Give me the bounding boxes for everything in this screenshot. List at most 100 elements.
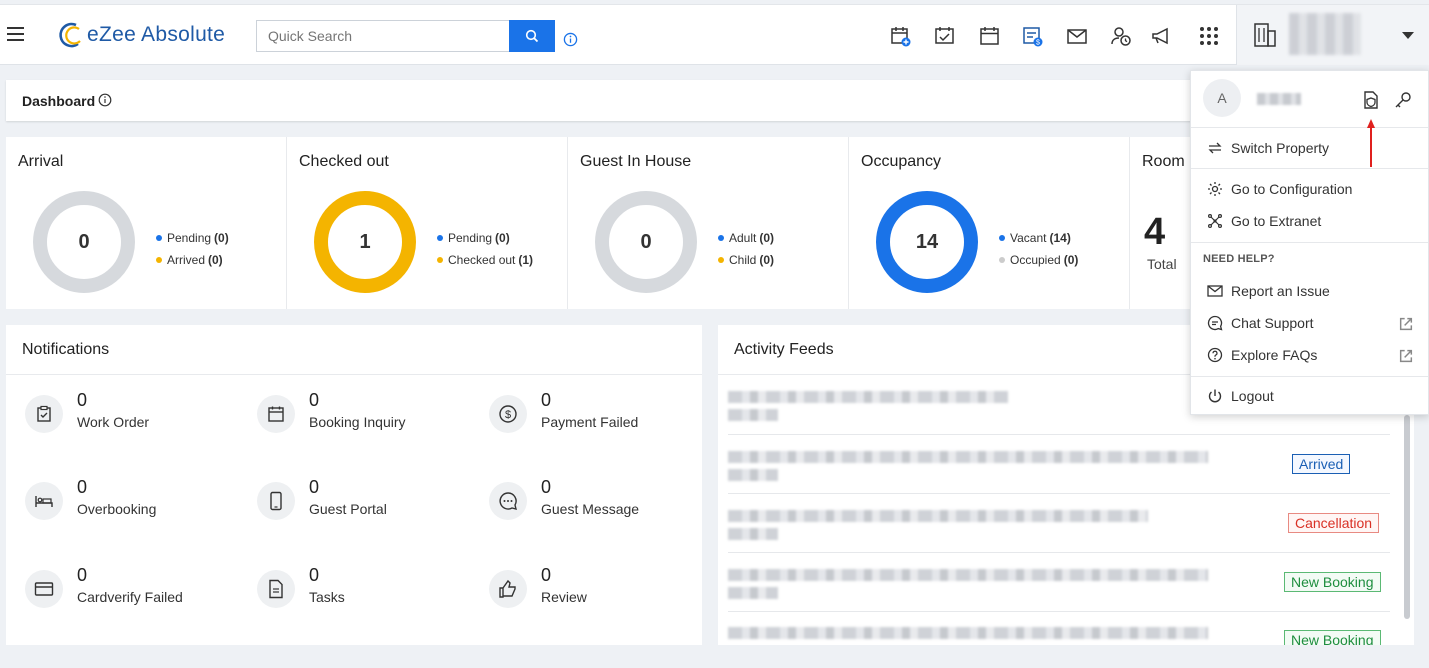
search-button[interactable] (509, 20, 555, 52)
app-logo[interactable]: eZee Absolute (56, 21, 225, 49)
go-to-configuration-item[interactable]: Go to Configuration (1207, 178, 1422, 200)
calendar-icon[interactable] (979, 25, 1001, 47)
switch-property-item[interactable]: Switch Property (1207, 137, 1422, 159)
menu-item-label: Switch Property (1231, 140, 1330, 156)
document-icon (257, 570, 295, 608)
notification-label: Review (541, 589, 587, 605)
report-issue-item[interactable]: Report an Issue (1207, 280, 1422, 302)
divider (1191, 376, 1428, 377)
notification-count: 0 (77, 565, 88, 585)
stats-row: Arrival 0 Pending (0) Arrived (0) Checked … (6, 137, 1206, 309)
info-icon[interactable] (98, 93, 112, 107)
notification-count: 0 (541, 390, 552, 410)
feed-item-redacted[interactable] (728, 451, 1208, 487)
app-name: eZee Absolute (87, 23, 226, 46)
user-clock-icon[interactable] (1110, 25, 1132, 47)
stat-title: Arrival (18, 153, 64, 170)
user-name-redacted (1257, 93, 1301, 105)
info-icon[interactable] (563, 32, 578, 47)
notifications-panel: Notifications 0 Work Order 0 Booking Inq… (6, 325, 702, 645)
notification-payment-failed[interactable]: $ 0 Payment Failed (489, 390, 709, 445)
calendar-check-icon[interactable] (934, 25, 956, 47)
svg-text:$: $ (505, 409, 511, 421)
menu-item-label: Report an Issue (1231, 283, 1330, 299)
calendar-add-icon[interactable] (890, 25, 912, 47)
user-dropdown-menu: A Switch Property Go to Configuration Go… (1190, 70, 1429, 415)
mobile-icon (257, 482, 295, 520)
stat-title: Checked out (299, 153, 389, 170)
menu-item-label: Go to Extranet (1231, 213, 1322, 229)
dollar-icon: $ (489, 395, 527, 433)
stat-arrival[interactable]: Arrival 0 Pending (0) Arrived (0) (6, 137, 287, 309)
rates-icon[interactable]: $ (1022, 25, 1044, 47)
avatar: A (1203, 79, 1241, 117)
notification-label: Booking Inquiry (309, 414, 406, 430)
gear-icon (1208, 182, 1222, 196)
feed-item-redacted[interactable] (728, 510, 1208, 546)
notification-count: 0 (541, 477, 552, 497)
megaphone-icon[interactable] (1150, 25, 1172, 47)
feed-item-redacted[interactable] (728, 569, 1208, 605)
legend-count: (0) (759, 231, 775, 245)
notification-count: 0 (77, 477, 88, 497)
mail-icon[interactable] (1066, 25, 1088, 47)
mail-icon (1207, 285, 1223, 297)
feed-item-redacted[interactable] (728, 391, 1208, 427)
status-badge: Arrived (1292, 454, 1351, 474)
legend-count: (0) (214, 231, 229, 245)
go-to-extranet-item[interactable]: Go to Extranet (1207, 210, 1422, 232)
quick-search-input[interactable] (256, 20, 510, 52)
notification-label: Payment Failed (541, 414, 639, 430)
help-circle-icon (1207, 347, 1223, 363)
notification-guest-message[interactable]: 0 Guest Message (489, 477, 709, 532)
explore-faqs-item[interactable]: Explore FAQs (1207, 344, 1422, 366)
stat-value: 14 (915, 230, 939, 253)
chat-icon (1207, 315, 1223, 331)
key-icon[interactable] (1393, 90, 1413, 110)
stat-title: Room (1142, 153, 1185, 170)
stat-value: 0 (640, 230, 652, 253)
stat-occupancy[interactable]: Occupancy 14 Vacant (14) Occupied (0) (849, 137, 1130, 309)
notification-guest-portal[interactable]: 0 Guest Portal (257, 477, 477, 532)
panel-title: Activity Feeds (734, 341, 834, 358)
bed-icon (25, 482, 63, 520)
calendar-icon (257, 395, 295, 433)
notification-overbooking[interactable]: 0 Overbooking (25, 477, 245, 532)
legend-label: Pending (167, 231, 212, 245)
chevron-down-icon[interactable] (1402, 32, 1414, 39)
legend-label: Child (729, 253, 757, 267)
scrollbar[interactable] (1404, 415, 1410, 619)
legend: Pending (0) Checked out (1) (437, 227, 533, 271)
notification-tasks[interactable]: 0 Tasks (257, 565, 477, 620)
legend-dot (718, 257, 724, 263)
dashboard-header: Dashboard (6, 80, 1206, 121)
hamburger-menu-icon[interactable] (7, 27, 24, 41)
notification-cardverify-failed[interactable]: 0 Cardverify Failed (25, 565, 245, 620)
logout-item[interactable]: Logout (1207, 385, 1422, 407)
notification-count: 0 (77, 390, 88, 410)
legend-count: (0) (495, 231, 510, 245)
notification-label: Guest Portal (309, 501, 387, 517)
notification-label: Guest Message (541, 501, 640, 517)
stat-value: 4 (1144, 211, 1166, 253)
stat-sub-label: Total (1147, 256, 1177, 272)
notification-review[interactable]: 0 Review (489, 565, 709, 620)
legend-label: Pending (448, 231, 493, 245)
stat-value: 0 (78, 230, 90, 253)
notification-work-order[interactable]: 0 Work Order (25, 390, 245, 445)
clipboard-check-icon (25, 395, 63, 433)
legend-dot (999, 235, 1005, 241)
property-selector[interactable] (1236, 5, 1429, 65)
chat-support-item[interactable]: Chat Support (1207, 312, 1422, 334)
stat-guest-in-house[interactable]: Guest In House 0 Adult (0) Child (0) (568, 137, 849, 309)
feed-item-redacted[interactable] (728, 627, 1208, 645)
notification-count: 0 (309, 477, 320, 497)
shield-document-icon[interactable] (1361, 90, 1381, 110)
stat-checked-out[interactable]: Checked out 1 Pending (0) Checked out (1) (287, 137, 568, 309)
divider (1191, 168, 1428, 169)
credit-card-icon (25, 570, 63, 608)
legend-dot (718, 235, 724, 241)
notification-booking-inquiry[interactable]: 0 Booking Inquiry (257, 390, 477, 445)
search-icon (525, 29, 539, 43)
apps-grid-icon[interactable] (1198, 25, 1220, 47)
